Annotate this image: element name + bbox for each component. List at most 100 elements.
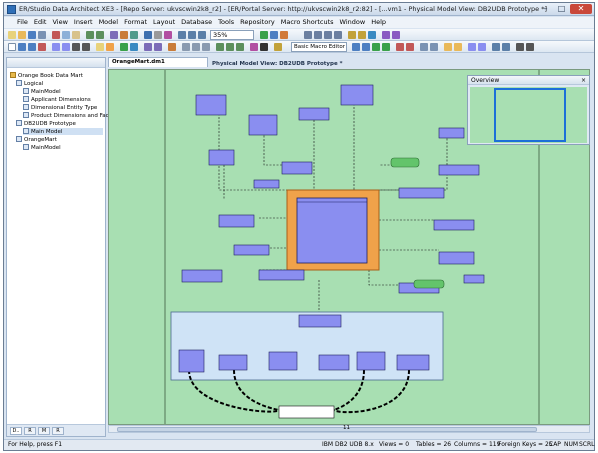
- color-icon[interactable]: [164, 31, 172, 39]
- menu-database[interactable]: Database: [178, 17, 215, 26]
- menu-view[interactable]: View: [49, 17, 70, 26]
- tree-item-orangemart[interactable]: OrangeMart: [16, 136, 57, 143]
- undo-icon[interactable]: [86, 31, 94, 39]
- menu-file[interactable]: File: [14, 17, 31, 26]
- repository-tab[interactable]: R: [24, 427, 36, 435]
- entity-table[interactable]: [281, 161, 313, 175]
- overview-close-icon[interactable]: ×: [581, 76, 586, 85]
- fit-icon[interactable]: [198, 31, 206, 39]
- copy-icon[interactable]: [62, 31, 70, 39]
- menu-tools[interactable]: Tools: [215, 17, 237, 26]
- compare-icon[interactable]: [110, 31, 118, 39]
- zoom-icon[interactable]: [18, 43, 26, 51]
- run-icon[interactable]: [260, 31, 268, 39]
- entity-table[interactable]: [218, 354, 248, 371]
- menu-repository[interactable]: Repository: [237, 17, 278, 26]
- paste-icon[interactable]: [72, 31, 80, 39]
- entity-table[interactable]: [298, 314, 342, 328]
- tool-d-icon[interactable]: [334, 31, 342, 39]
- entity-table[interactable]: [181, 269, 223, 283]
- select-icon[interactable]: [8, 43, 16, 51]
- note-icon[interactable]: [96, 43, 104, 51]
- dm-l-icon[interactable]: [478, 43, 486, 51]
- central-entity[interactable]: [296, 197, 368, 264]
- macros-tab[interactable]: M: [38, 427, 50, 435]
- save-icon[interactable]: [28, 31, 36, 39]
- entity-table[interactable]: [463, 274, 485, 284]
- menu-macro-shortcuts[interactable]: Macro Shortcuts: [278, 17, 337, 26]
- view-object[interactable]: [413, 279, 445, 289]
- horizontal-scrollbar[interactable]: 11: [108, 425, 590, 433]
- redo-icon[interactable]: [96, 31, 104, 39]
- entity-table[interactable]: [398, 187, 445, 199]
- menu-format[interactable]: Format: [121, 17, 150, 26]
- tree-item-mainmodel-2[interactable]: MainModel: [23, 144, 61, 151]
- dm-k-icon[interactable]: [468, 43, 476, 51]
- repository-icon[interactable]: [270, 31, 278, 39]
- dm-o-icon[interactable]: [516, 43, 524, 51]
- cut-icon[interactable]: [52, 31, 60, 39]
- overview-viewport[interactable]: [494, 88, 566, 142]
- print-icon[interactable]: [38, 31, 46, 39]
- macro-select[interactable]: Basic Macro Editor: [291, 42, 347, 52]
- minimize-button[interactable]: –: [538, 4, 553, 14]
- entity-table[interactable]: [438, 127, 465, 139]
- tree-item-dimensional[interactable]: Dimensional Entity Type: [23, 104, 97, 111]
- dm-b-icon[interactable]: [362, 43, 370, 51]
- function-icon[interactable]: [168, 43, 176, 51]
- entity-table[interactable]: [248, 114, 278, 136]
- tree-item-orange-book[interactable]: Orange Book Data Mart: [10, 72, 83, 79]
- entity-table[interactable]: [438, 164, 480, 176]
- maximize-button[interactable]: □: [554, 4, 569, 14]
- tool-h-icon[interactable]: [382, 31, 390, 39]
- tree-item-main-model[interactable]: Main Model: [23, 128, 103, 135]
- table-icon[interactable]: [52, 43, 60, 51]
- tool-a-icon[interactable]: [304, 31, 312, 39]
- entity-table[interactable]: [396, 354, 430, 371]
- menu-window[interactable]: Window: [337, 17, 369, 26]
- delete-icon[interactable]: [38, 43, 46, 51]
- dm-d-icon[interactable]: [382, 43, 390, 51]
- generate-icon[interactable]: [120, 31, 128, 39]
- zoom-select[interactable]: 35%: [210, 30, 254, 40]
- tool-i-icon[interactable]: [392, 31, 400, 39]
- layout-icon[interactable]: [144, 31, 152, 39]
- fill-icon[interactable]: [250, 43, 258, 51]
- procedure-icon[interactable]: [130, 43, 138, 51]
- scroll-thumb[interactable]: [117, 427, 537, 432]
- note-box[interactable]: [278, 405, 335, 419]
- dm-h-icon[interactable]: [430, 43, 438, 51]
- tree-item-product[interactable]: Product Dimensions and Fac: [23, 112, 109, 119]
- entity-table[interactable]: [178, 349, 205, 373]
- font-icon[interactable]: [260, 43, 268, 51]
- dm-e-icon[interactable]: [396, 43, 404, 51]
- pan-icon[interactable]: [28, 43, 36, 51]
- menu-edit[interactable]: Edit: [31, 17, 50, 26]
- tree-item-mainmodel[interactable]: MainModel: [23, 88, 61, 95]
- open-icon[interactable]: [18, 31, 26, 39]
- layout-orth-icon[interactable]: [226, 43, 234, 51]
- text-icon[interactable]: [106, 43, 114, 51]
- layout-circ-icon[interactable]: [236, 43, 244, 51]
- entity-table[interactable]: [195, 94, 227, 116]
- close-button[interactable]: ✕: [570, 4, 592, 14]
- trigger-icon[interactable]: [144, 43, 152, 51]
- entity-table[interactable]: [258, 269, 305, 281]
- align-left-icon[interactable]: [182, 43, 190, 51]
- entity-table[interactable]: [433, 219, 475, 231]
- view-icon[interactable]: [62, 43, 70, 51]
- dm-i-icon[interactable]: [444, 43, 452, 51]
- entity-table[interactable]: [208, 149, 235, 166]
- tree-item-logical[interactable]: Logical: [16, 80, 43, 87]
- tool-e-icon[interactable]: [348, 31, 356, 39]
- entity-table[interactable]: [218, 214, 255, 228]
- entity-table[interactable]: [438, 251, 475, 265]
- dm-j-icon[interactable]: [454, 43, 462, 51]
- align-right-icon[interactable]: [202, 43, 210, 51]
- align-center-icon[interactable]: [192, 43, 200, 51]
- tree-item-applicant[interactable]: Applicant Dimensions: [23, 96, 91, 103]
- relationship-icon[interactable]: [72, 43, 80, 51]
- menu-layout[interactable]: Layout: [150, 17, 178, 26]
- dm-f-icon[interactable]: [406, 43, 414, 51]
- tree-item-db2udb[interactable]: DB2UDB Prototype: [16, 120, 76, 127]
